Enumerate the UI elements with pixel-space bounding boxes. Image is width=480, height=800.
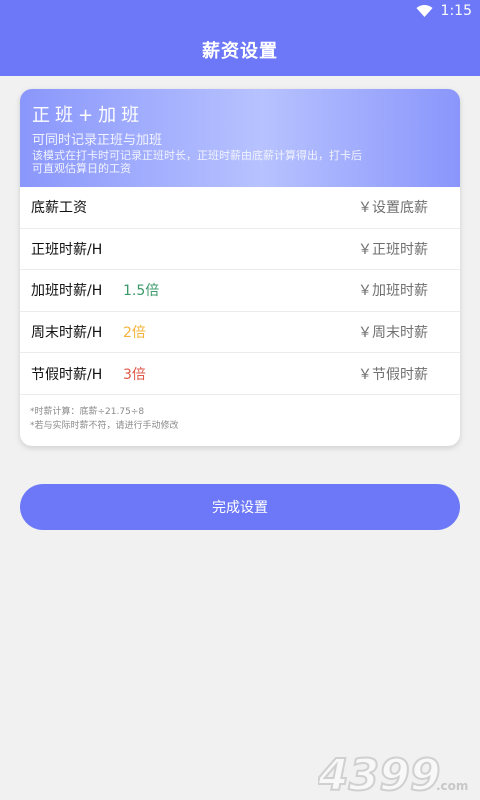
regular-rate-input[interactable]: ￥正班时薪 [358,239,428,259]
calculation-notes: *时薪计算：底薪÷21.75÷8 *若与实际时薪不符，请进行手动修改 [30,405,179,433]
wifi-icon [415,5,433,17]
weekend-multiplier: 2倍 [123,325,146,342]
row-label: 节假时薪/H [31,366,103,383]
page-title: 薪资设置 [202,41,278,62]
row-label: 底薪工资 [31,200,87,217]
note-formula: *时薪计算：底薪÷21.75÷8 [30,407,145,417]
app-bar: 薪资设置 [0,24,480,76]
status-right: 1:15 [415,3,472,19]
holiday-rate-input[interactable]: ￥节假时薪 [358,364,428,384]
base-salary-input[interactable]: ￥设置底薪 [358,197,428,217]
status-time: 1:15 [440,3,472,19]
overtime-multiplier: 1.5倍 [123,283,160,300]
row-label: 正班时薪/H [31,241,103,258]
overtime-rate-row[interactable]: 加班时薪/H 1.5倍 ￥加班时薪 [20,270,460,312]
overtime-rate-input[interactable]: ￥加班时薪 [358,280,428,300]
weekend-rate-row[interactable]: 周末时薪/H 2倍 ￥周末时薪 [20,312,460,354]
note-manual-edit: *若与实际时薪不符，请进行手动修改 [30,421,179,431]
salary-settings-card: 正班+加班 可同时记录正班与加班 该模式在打卡时可记录正班时长，正班时薪由底薪计… [20,89,460,446]
salary-rows: 底薪工资 ￥设置底薪 正班时薪/H ￥正班时薪 加班时薪/H 1.5倍 ￥加班时… [20,187,460,395]
regular-rate-row[interactable]: 正班时薪/H ￥正班时薪 [20,229,460,271]
mode-title: 正班+加班 [32,105,145,126]
row-label: 周末时薪/H [31,325,103,342]
status-bar: 1:15 [0,0,480,24]
base-salary-row[interactable]: 底薪工资 ￥设置底薪 [20,187,460,229]
watermark-logo: 4399 .com [318,749,468,796]
weekend-rate-input[interactable]: ￥周末时薪 [358,322,428,342]
done-button[interactable]: 完成设置 [20,484,460,530]
watermark-suffix: .com [436,779,468,793]
holiday-multiplier: 3倍 [123,366,146,383]
holiday-rate-row[interactable]: 节假时薪/H 3倍 ￥节假时薪 [20,353,460,395]
mode-banner: 正班+加班 可同时记录正班与加班 该模式在打卡时可记录正班时长，正班时薪由底薪计… [20,89,460,187]
row-label: 加班时薪/H [31,283,103,300]
watermark-text: 4399 [318,750,440,796]
mode-subtitle: 可同时记录正班与加班 [32,133,163,148]
mode-description: 该模式在打卡时可记录正班时长，正班时薪由底薪计算得出，打卡后可直观估算日的工资 [32,149,362,175]
